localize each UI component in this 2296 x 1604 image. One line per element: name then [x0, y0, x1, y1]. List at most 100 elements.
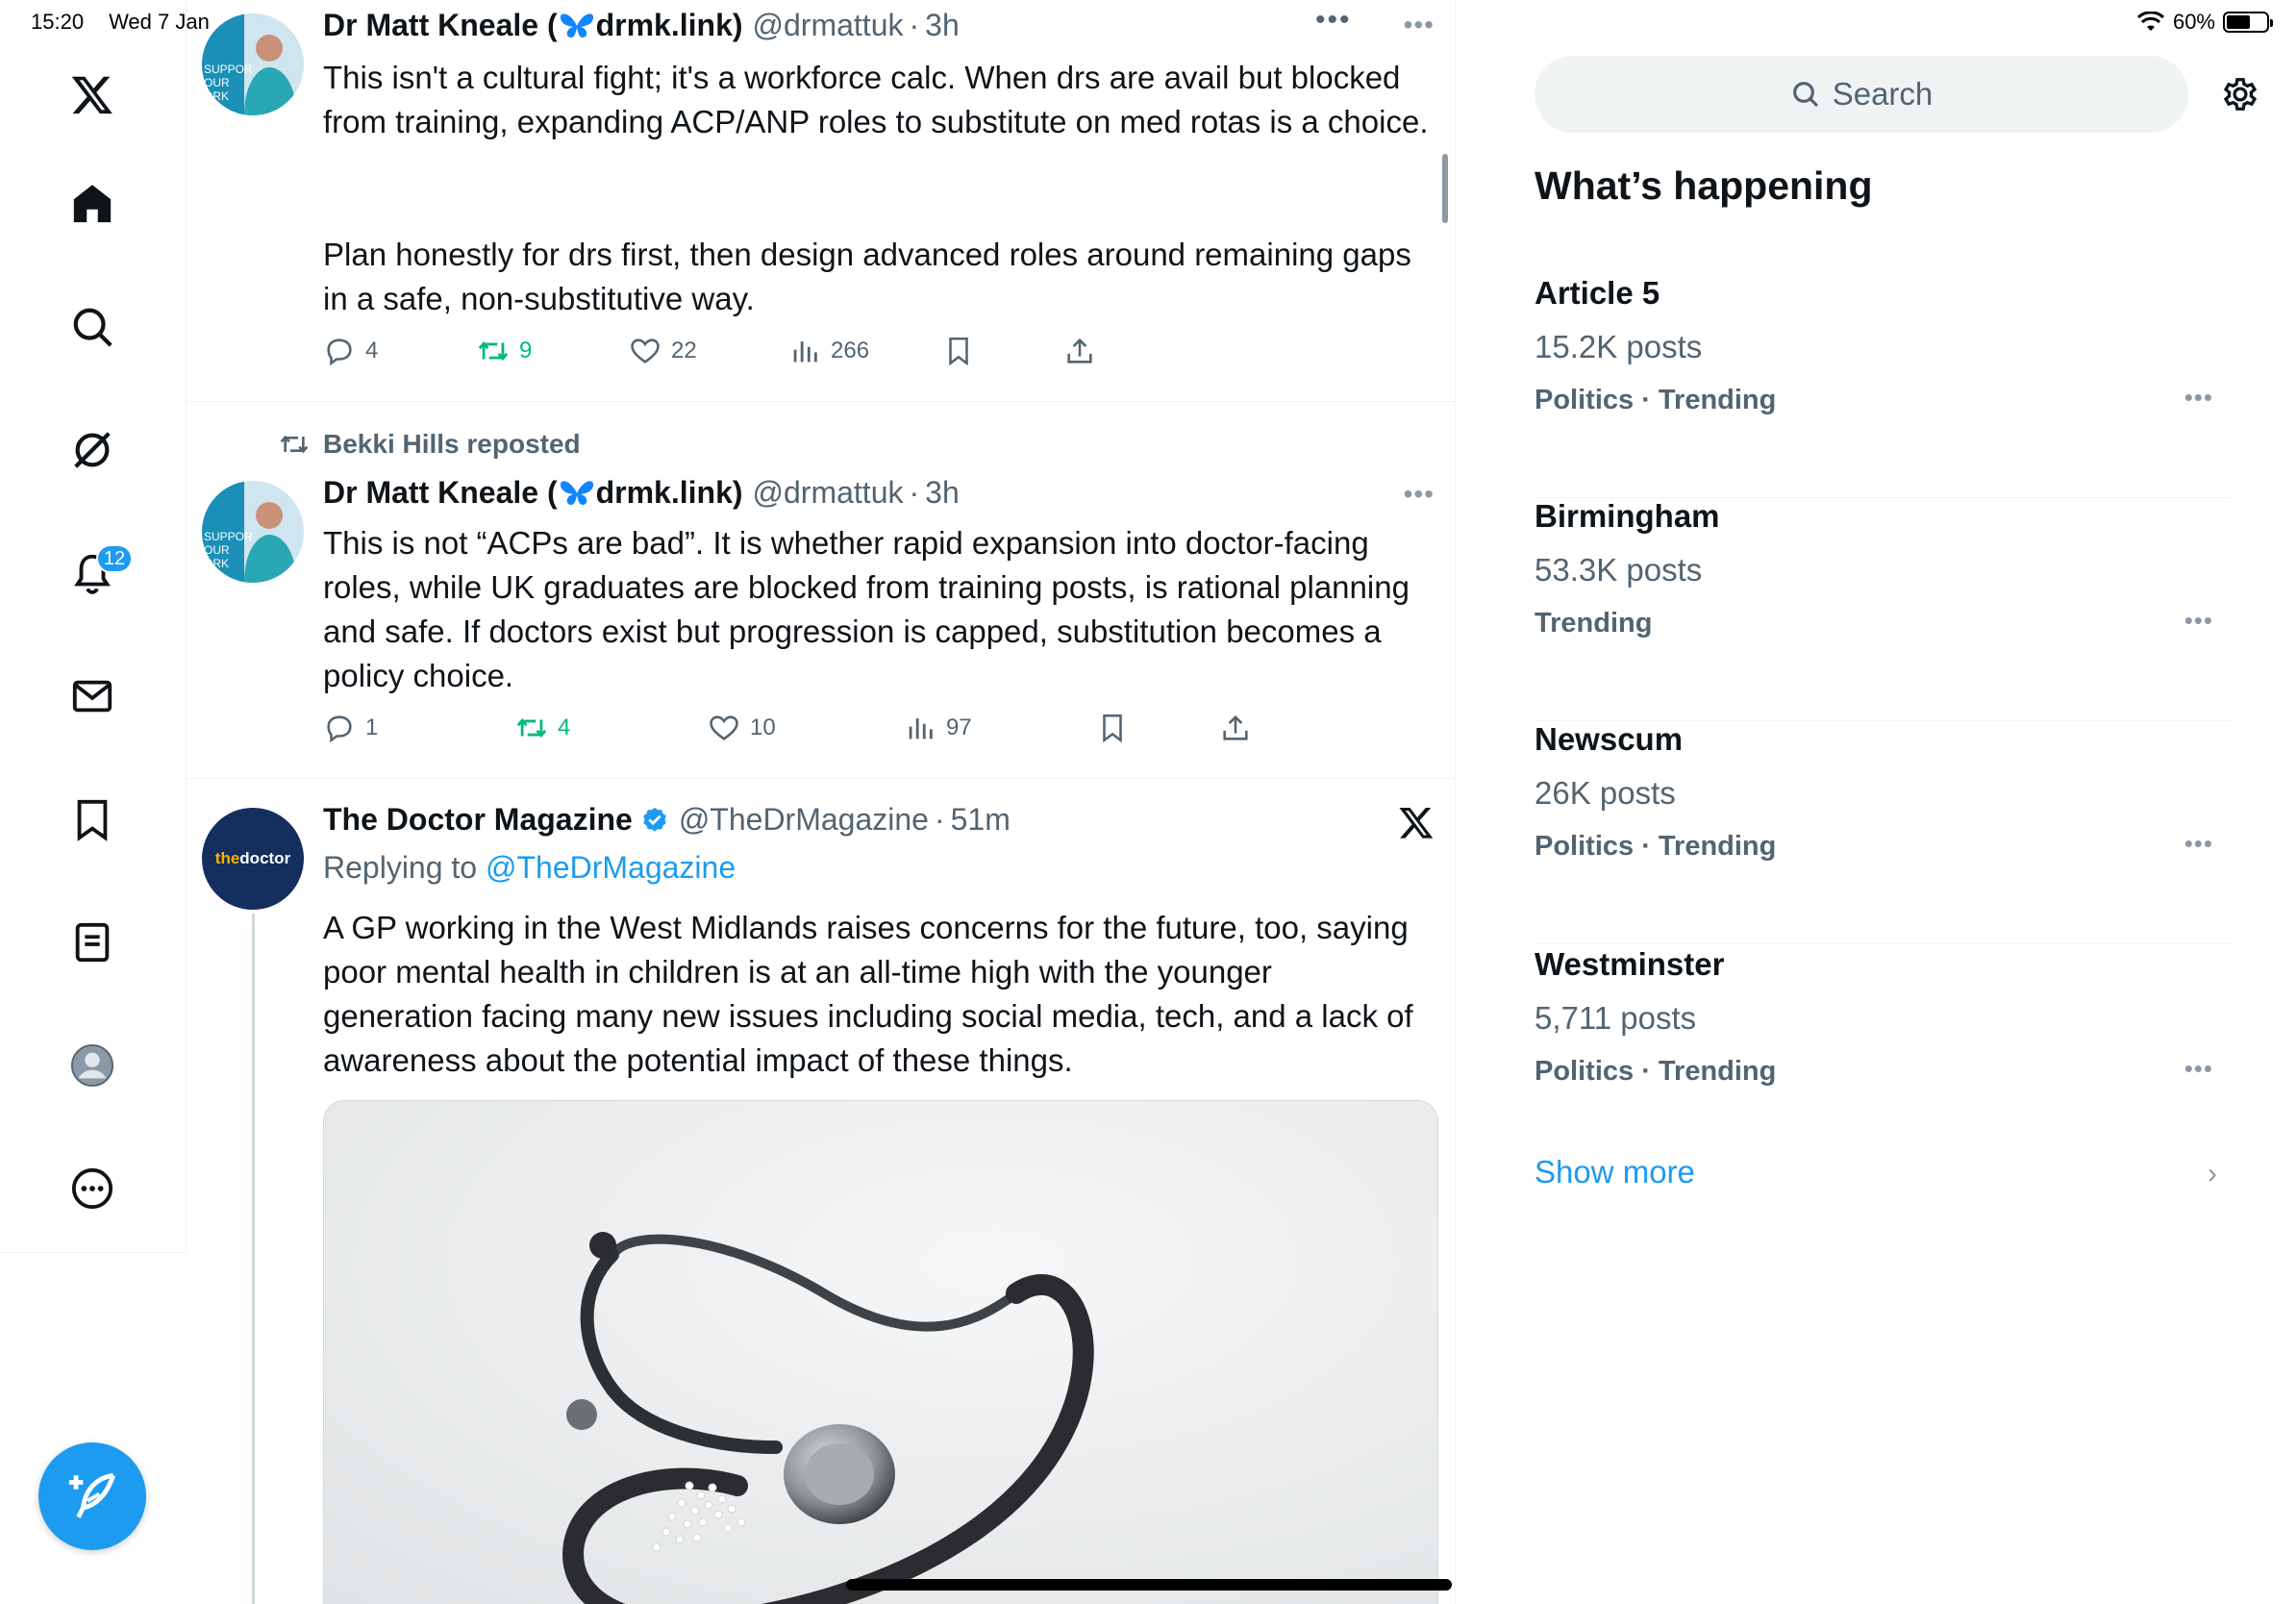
like-button[interactable]: 10: [708, 712, 776, 744]
reposted-by-label: Bekki Hills reposted: [323, 429, 581, 459]
compose-feather-icon: [68, 1472, 116, 1518]
author-handle[interactable]: @TheDrMagazine: [679, 802, 929, 838]
trend-more-button[interactable]: •••: [2184, 383, 2213, 413]
reply-count: 4: [365, 338, 379, 363]
author-avatar[interactable]: the doctor: [202, 808, 304, 910]
battery-percent: 60%: [2172, 10, 2215, 34]
trend-item[interactable]: Westminster 5,711 posts Politics · Trend…: [1535, 946, 2231, 1169]
status-bar-right: 60%: [2136, 10, 2273, 35]
views-chart-icon: [793, 341, 817, 363]
timeline-feed: ••• SUPPOR OUR ORK Dr Matt Kneale ( drmk…: [187, 0, 1456, 1604]
trend-category: Politics · Trending: [1535, 831, 1777, 862]
author-name[interactable]: Dr Matt Kneale (: [323, 8, 558, 43]
post-1[interactable]: SUPPOR OUR ORK Dr Matt Kneale ( drmk.lin…: [187, 0, 1455, 402]
grok-icon[interactable]: [56, 414, 129, 487]
separator-dot: ·: [934, 802, 945, 837]
search-icon[interactable]: [56, 290, 129, 363]
separator-dot: ·: [909, 8, 920, 42]
like-button[interactable]: 22: [629, 335, 697, 367]
trend-name: Newscum: [1535, 721, 1684, 757]
compose-post-button[interactable]: [38, 1442, 146, 1550]
post-more-button[interactable]: •••: [1404, 479, 1435, 510]
heart-icon: [710, 715, 738, 740]
avatar-sign-text: OUR: [204, 543, 230, 557]
avatar-sign-text: SUPPOR: [204, 63, 253, 76]
notifications-badge: 12: [96, 544, 133, 573]
trend-item[interactable]: Birmingham 53.3K posts Trending •••: [1535, 498, 2231, 721]
settings-gear-icon[interactable]: [2219, 73, 2261, 115]
post-text: Plan honestly for drs first, then design…: [323, 237, 1411, 316]
more-options-icon[interactable]: [56, 1152, 129, 1225]
x-logo-icon[interactable]: [56, 58, 129, 131]
reply-count: 1: [365, 714, 379, 740]
post-time[interactable]: 3h: [925, 475, 960, 511]
post-more-button[interactable]: •••: [1404, 10, 1435, 40]
trend-more-button[interactable]: •••: [2184, 1054, 2213, 1084]
author-link-name[interactable]: drmk.link): [596, 8, 743, 43]
like-count: 22: [671, 338, 697, 363]
author-avatar[interactable]: SUPPOR OUR ORK: [202, 481, 304, 583]
avatar-sign-text: ORK: [204, 89, 229, 103]
post-header: Dr Matt Kneale ( drmk.link) @drmattuk · …: [323, 475, 960, 511]
trend-post-count: 26K posts: [1535, 775, 1676, 811]
trend-post-count: 53.3K posts: [1535, 552, 1703, 588]
post-text: This is not “ACPs are bad”. It is whethe…: [323, 525, 1410, 693]
search-icon: [1792, 82, 1818, 108]
replying-to-link[interactable]: @TheDrMagazine: [486, 850, 736, 885]
home-indicator[interactable]: [846, 1579, 1452, 1591]
avatar-sign-text: ORK: [204, 557, 229, 570]
author-name[interactable]: Dr Matt Kneale (: [323, 475, 558, 511]
butterfly-icon: [560, 480, 593, 505]
replying-to-prefix: Replying to: [323, 850, 478, 885]
post-header: The Doctor Magazine @TheDrMagazine · 51m: [323, 802, 1011, 838]
post-2[interactable]: Bekki Hills reposted SUPPOR OUR ORK Dr M…: [187, 402, 1455, 779]
post-3[interactable]: the doctor The Doctor Magazine @TheDrMaga…: [187, 779, 1455, 1604]
repost-count: 9: [519, 338, 533, 363]
whats-happening-title: What’s happening: [1535, 163, 1873, 208]
search-input[interactable]: Search: [1535, 56, 2188, 133]
butterfly-icon: [560, 13, 593, 38]
views-button[interactable]: 266: [788, 335, 869, 367]
lists-icon[interactable]: [56, 906, 129, 979]
trend-post-count: 5,711 posts: [1535, 1000, 1697, 1036]
author-handle[interactable]: @drmattuk: [753, 475, 904, 511]
home-icon[interactable]: [56, 167, 129, 240]
share-button[interactable]: [1063, 335, 1096, 367]
post-time[interactable]: 51m: [951, 802, 1011, 838]
post-media-image[interactable]: [323, 1100, 1438, 1604]
notifications-icon[interactable]: 12: [56, 537, 133, 610]
author-link-name[interactable]: drmk.link): [596, 475, 743, 511]
bookmarks-icon[interactable]: [56, 783, 129, 856]
repost-button[interactable]: 4: [515, 712, 570, 744]
chevron-right-icon[interactable]: ›: [2208, 1158, 2217, 1190]
trend-item[interactable]: Article 5 15.2K posts Politics · Trendin…: [1535, 275, 2231, 498]
battery-icon: [2223, 12, 2273, 33]
separator-dot: ·: [909, 475, 920, 510]
trend-more-button[interactable]: •••: [2184, 606, 2213, 636]
repost-icon: [280, 435, 309, 454]
avatar-logo-text: doctor: [239, 849, 291, 867]
author-handle[interactable]: @drmattuk: [753, 8, 904, 43]
repost-context[interactable]: Bekki Hills reposted: [279, 429, 581, 460]
bookmark-button[interactable]: [1096, 712, 1129, 744]
x-brand-icon[interactable]: [1398, 804, 1435, 845]
post-time[interactable]: 3h: [925, 8, 960, 43]
trend-item[interactable]: Newscum 26K posts Politics · Trending ••…: [1535, 721, 2231, 944]
views-button[interactable]: 97: [904, 712, 972, 744]
share-button[interactable]: [1219, 712, 1252, 744]
reply-button[interactable]: 4: [323, 335, 378, 367]
trend-category: Trending: [1535, 608, 1653, 639]
post-text: This isn't a cultural fight; it's a work…: [323, 60, 1429, 139]
feed-scrollbar[interactable]: [1442, 154, 1448, 223]
bookmark-button[interactable]: [942, 335, 975, 367]
trend-more-button[interactable]: •••: [2184, 829, 2213, 859]
author-name[interactable]: The Doctor Magazine: [323, 802, 633, 838]
profile-icon[interactable]: [56, 1029, 129, 1102]
show-more-link[interactable]: Show more: [1535, 1154, 1695, 1190]
reply-button[interactable]: 1: [323, 712, 378, 744]
wifi-icon: [2136, 12, 2164, 31]
repost-button[interactable]: 9: [477, 335, 532, 367]
author-avatar[interactable]: SUPPOR OUR ORK: [202, 13, 304, 115]
repost-icon: [516, 718, 547, 738]
messages-icon[interactable]: [56, 660, 129, 733]
